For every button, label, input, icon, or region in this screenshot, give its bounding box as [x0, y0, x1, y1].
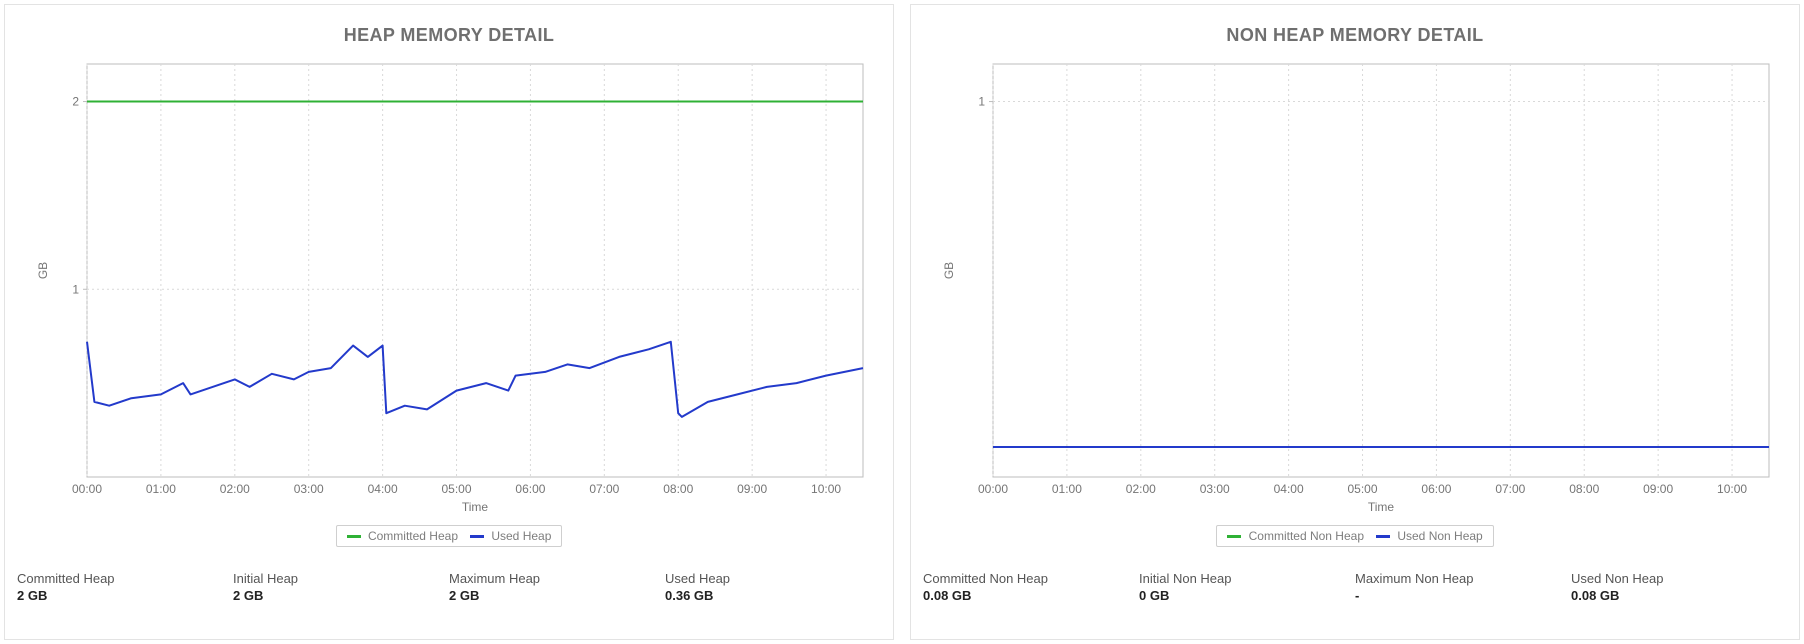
legend-label: Committed Heap	[368, 529, 458, 543]
svg-text:04:00: 04:00	[1274, 482, 1304, 496]
stat-label: Initial Non Heap	[1139, 571, 1355, 586]
stat-initial-heap: Initial Heap 2 GB	[233, 571, 449, 603]
svg-text:07:00: 07:00	[589, 482, 619, 496]
stat-label: Committed Heap	[17, 571, 233, 586]
legend-label: Used Heap	[491, 529, 551, 543]
heap-legend: Committed Heap Used Heap	[17, 525, 881, 547]
legend-item: Used Non Heap	[1376, 529, 1483, 543]
stat-value: 0.08 GB	[1571, 588, 1787, 603]
svg-text:09:00: 09:00	[737, 482, 767, 496]
non-heap-panel-title: NON HEAP MEMORY DETAIL	[923, 25, 1787, 46]
stat-committed-non-heap: Committed Non Heap 0.08 GB	[923, 571, 1139, 603]
svg-text:09:00: 09:00	[1643, 482, 1673, 496]
svg-text:GB: GB	[942, 262, 956, 279]
svg-text:00:00: 00:00	[978, 482, 1008, 496]
heap-legend-box: Committed Heap Used Heap	[336, 525, 563, 547]
svg-text:2: 2	[72, 95, 79, 109]
legend-item: Committed Non Heap	[1227, 529, 1364, 543]
heap-panel-title: HEAP MEMORY DETAIL	[17, 25, 881, 46]
stat-value: 2 GB	[233, 588, 449, 603]
stat-value: 2 GB	[17, 588, 233, 603]
stat-value: -	[1355, 588, 1571, 603]
legend-swatch-committed	[1227, 535, 1241, 538]
legend-swatch-used	[470, 535, 484, 538]
stat-value: 0.36 GB	[665, 588, 881, 603]
stat-value: 0.08 GB	[923, 588, 1139, 603]
legend-swatch-committed	[347, 535, 361, 538]
svg-text:03:00: 03:00	[294, 482, 324, 496]
svg-text:07:00: 07:00	[1495, 482, 1525, 496]
non-heap-legend-box: Committed Non Heap Used Non Heap	[1216, 525, 1493, 547]
stat-committed-heap: Committed Heap 2 GB	[17, 571, 233, 603]
svg-text:04:00: 04:00	[368, 482, 398, 496]
stat-initial-non-heap: Initial Non Heap 0 GB	[1139, 571, 1355, 603]
stat-label: Initial Heap	[233, 571, 449, 586]
non-heap-stats: Committed Non Heap 0.08 GB Initial Non H…	[923, 571, 1787, 621]
svg-text:00:00: 00:00	[72, 482, 102, 496]
legend-item: Committed Heap	[347, 529, 458, 543]
stat-label: Maximum Non Heap	[1355, 571, 1571, 586]
heap-memory-panel: HEAP MEMORY DETAIL 00:0001:0002:0003:000…	[4, 4, 894, 640]
stat-used-heap: Used Heap 0.36 GB	[665, 571, 881, 603]
svg-text:GB: GB	[36, 262, 50, 279]
svg-text:01:00: 01:00	[146, 482, 176, 496]
legend-label: Committed Non Heap	[1249, 529, 1364, 543]
stat-label: Used Heap	[665, 571, 881, 586]
non-heap-chart: 00:00 01:00 02:00 03:00 04:00 05:00 06:00 07:00…	[923, 52, 1787, 521]
legend-swatch-used	[1376, 535, 1390, 538]
svg-text:01:00: 01:00	[1052, 482, 1082, 496]
svg-text:10:00: 10:00	[811, 482, 841, 496]
stat-used-non-heap: Used Non Heap 0.08 GB	[1571, 571, 1787, 603]
svg-text:06:00: 06:00	[515, 482, 545, 496]
svg-text:Time: Time	[1368, 500, 1395, 514]
legend-item: Used Heap	[470, 529, 551, 543]
svg-text:06:00: 06:00	[1421, 482, 1451, 496]
svg-text:10:00: 10:00	[1717, 482, 1747, 496]
svg-text:Time: Time	[462, 500, 489, 514]
svg-text:1: 1	[72, 282, 79, 296]
heap-chart: 00:00 01:00 02:00 03:00 04:00 05:00 06:00 07:00…	[17, 52, 881, 521]
dashboard-panels: HEAP MEMORY DETAIL 00:0001:0002:0003:000…	[0, 0, 1804, 644]
heap-stats: Committed Heap 2 GB Initial Heap 2 GB Ma…	[17, 571, 881, 621]
stat-value: 0 GB	[1139, 588, 1355, 603]
svg-text:1: 1	[978, 95, 985, 109]
stat-label: Maximum Heap	[449, 571, 665, 586]
stat-maximum-heap: Maximum Heap 2 GB	[449, 571, 665, 603]
legend-label: Used Non Heap	[1397, 529, 1482, 543]
svg-text:08:00: 08:00	[1569, 482, 1599, 496]
svg-text:05:00: 05:00	[442, 482, 472, 496]
non-heap-legend: Committed Non Heap Used Non Heap	[923, 525, 1787, 547]
stat-value: 2 GB	[449, 588, 665, 603]
svg-text:02:00: 02:00	[220, 482, 250, 496]
stat-label: Used Non Heap	[1571, 571, 1787, 586]
svg-text:05:00: 05:00	[1348, 482, 1378, 496]
svg-text:08:00: 08:00	[663, 482, 693, 496]
heap-chart-area: 00:00 01:00 02:00 03:00 04:00 05:00 06:00 07:00…	[17, 52, 881, 521]
non-heap-chart-area: 00:00 01:00 02:00 03:00 04:00 05:00 06:00 07:00…	[923, 52, 1787, 521]
svg-text:02:00: 02:00	[1126, 482, 1156, 496]
non-heap-memory-panel: NON HEAP MEMORY DETAIL 00:00 01:00 02:00 03…	[910, 4, 1800, 640]
stat-maximum-non-heap: Maximum Non Heap -	[1355, 571, 1571, 603]
svg-text:03:00: 03:00	[1200, 482, 1230, 496]
stat-label: Committed Non Heap	[923, 571, 1139, 586]
